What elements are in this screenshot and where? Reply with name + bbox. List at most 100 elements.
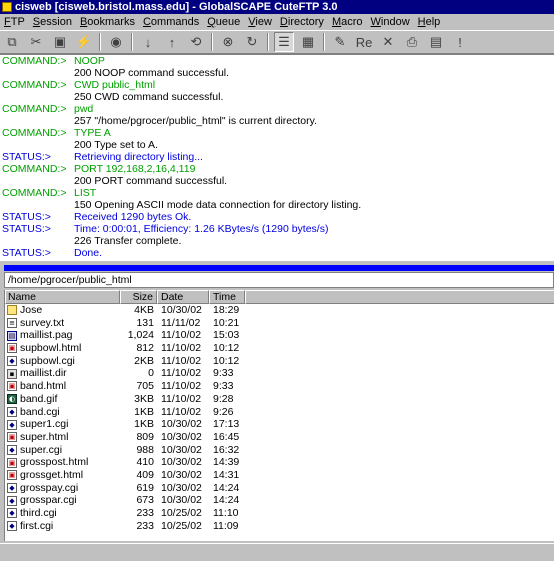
app-file-icon: ▤ [7,330,17,341]
folder-file-icon [7,305,17,316]
log-prefix [0,175,74,187]
log-prefix [0,115,74,127]
site-manager-button[interactable]: ▣ [50,32,70,52]
session-log[interactable]: COMMAND:> NOOP 200 NOOP command successful… [0,54,554,261]
file-row[interactable]: ◆ supbowl.cgi 2KB 11/10/02 10:12 [5,355,554,368]
detail-view-icon: ▦ [301,34,315,49]
list-view-button[interactable]: ☰ [274,32,294,52]
print-button[interactable]: ⎙ [402,32,422,52]
log-text: Retrieving directory listing... [74,151,203,163]
log-line: 257 "/home/pgrocer/public_html" is curre… [0,115,554,127]
column-header-size[interactable]: Size [120,290,157,304]
file-row[interactable]: ◆ third.cgi 233 10/25/02 11:10 [5,507,554,520]
column-header-name[interactable]: Name [5,290,120,304]
column-header-time[interactable]: Time [209,290,245,304]
log-text: 200 Type set to A. [74,139,158,151]
site-manager-icon: ▣ [53,34,67,49]
file-size: 619 [136,481,154,494]
log-line: COMMAND:> LIST [0,187,554,199]
download-button[interactable]: ↓ [138,32,158,52]
file-name-cell: ◆ supbowl.cgi [5,355,120,368]
file-name-cell: ▪ maillist.dir [5,367,120,380]
file-row[interactable]: ◆ grosspay.cgi 619 10/30/02 14:24 [5,482,554,495]
connect-button[interactable]: ⧉ [2,32,22,52]
file-date: 11/10/02 [161,367,202,380]
file-row[interactable]: ◆ super1.cgi 1KB 10/30/02 17:13 [5,418,554,431]
menu-window[interactable]: Window [367,16,414,28]
detail-view-button[interactable]: ▦ [298,32,318,52]
menu-commands[interactable]: Commands [139,16,203,28]
file-row[interactable]: ▤ maillist.pag 1,024 11/10/02 15:03 [5,329,554,342]
file-name: super1.cgi [20,418,69,431]
file-row[interactable]: ≡ survey.txt 131 11/11/02 10:21 [5,317,554,330]
refresh-button[interactable]: ◉ [106,32,126,52]
log-text: LIST [74,187,97,199]
file-size: 812 [136,342,154,355]
quick-connect-button[interactable]: ⚡ [74,32,94,52]
log-prefix: COMMAND:> [2,127,67,139]
stop-button[interactable]: ⊗ [218,32,238,52]
file-row[interactable]: ◆ first.cgi 233 10/25/02 11:09 [5,520,554,533]
menu-view[interactable]: View [244,16,276,28]
remote-file-list[interactable]: Name Size Date Time Jose 4KB 10/30/02 18:29… [4,290,554,541]
toolbar-separator [131,33,133,51]
file-row[interactable]: ▣ super.html 809 10/30/02 16:45 [5,431,554,444]
file-row[interactable]: ▪ maillist.dir 0 11/10/02 9:33 [5,367,554,380]
file-row[interactable]: Jose 4KB 10/30/02 18:29 [5,304,554,317]
file-date: 11/10/02 [161,392,202,405]
queue-button[interactable]: ⟲ [186,32,206,52]
cuteftp-app-icon[interactable] [2,2,12,12]
rename-icon: Re [355,34,373,50]
file-name: first.cgi [20,519,54,532]
file-row[interactable]: ◐ band.gif 3KB 11/10/02 9:28 [5,393,554,406]
file-time: 16:45 [213,430,240,443]
help-button[interactable]: ! [450,32,470,52]
file-name-cell: ▤ maillist.pag [5,329,120,342]
menu-directory[interactable]: Directory [276,16,328,28]
file-row[interactable]: ▣ supbowl.html 812 11/10/02 10:12 [5,342,554,355]
edit-button[interactable]: ✎ [330,32,350,52]
file-size: 410 [136,456,154,469]
log-prefix [0,199,74,211]
column-header-date[interactable]: Date [157,290,209,304]
folder-button[interactable]: ▤ [426,32,446,52]
file-row[interactable]: ▣ band.html 705 11/10/02 9:33 [5,380,554,393]
rename-button[interactable]: Re [354,32,374,52]
queue-icon: ⟲ [190,34,202,49]
menu-help[interactable]: Help [414,16,445,28]
file-date: 10/30/02 [161,481,202,494]
menu-ftp[interactable]: FTP [0,16,29,28]
file-date: 10/25/02 [161,507,202,519]
delete-button[interactable]: ✕ [378,32,398,52]
log-prefix: COMMAND:> [2,163,67,175]
log-prefix [0,67,74,79]
file-row[interactable]: ◆ grosspar.cgi 673 10/30/02 14:24 [5,494,554,507]
reconnect-button[interactable]: ↻ [242,32,262,52]
menu-macro[interactable]: Macro [328,16,367,28]
log-prefix: STATUS:> [2,151,51,163]
log-text: 226 Transfer complete. [74,235,182,247]
file-row[interactable]: ▣ grossget.html 409 10/30/02 14:31 [5,469,554,482]
file-row[interactable]: ▣ grosspost.html 410 10/30/02 14:39 [5,456,554,469]
menu-queue[interactable]: Queue [203,16,244,28]
dir-file-icon: ▪ [7,368,17,379]
menu-session[interactable]: Session [29,16,76,28]
remote-path[interactable]: /home/pgrocer/public_html [4,272,554,288]
remote-pane-caption[interactable] [4,265,554,271]
file-time: 17:13 [213,418,240,431]
file-time: 10:12 [213,354,240,367]
file-name: grosspay.cgi [20,481,79,494]
html-file-icon: ▣ [7,381,17,392]
file-date: 10/30/02 [161,494,202,507]
log-text: 200 NOOP command successful. [74,67,230,79]
upload-button[interactable]: ↑ [162,32,182,52]
file-row[interactable]: ◆ band.cgi 1KB 11/10/02 9:26 [5,406,554,419]
log-line: STATUS:> Time: 0:00:01, Efficiency: 1.26 … [0,223,554,235]
menu-bookmarks[interactable]: Bookmarks [76,16,139,28]
file-list-header: Name Size Date Time [5,290,554,304]
disconnect-button[interactable]: ✂ [26,32,46,52]
column-header-filler [245,290,554,304]
file-size: 131 [136,316,154,329]
title-bar[interactable]: cisweb [cisweb.bristol.mass.edu] - Globa… [0,0,554,14]
file-row[interactable]: ◆ super.cgi 988 10/30/02 16:32 [5,444,554,457]
